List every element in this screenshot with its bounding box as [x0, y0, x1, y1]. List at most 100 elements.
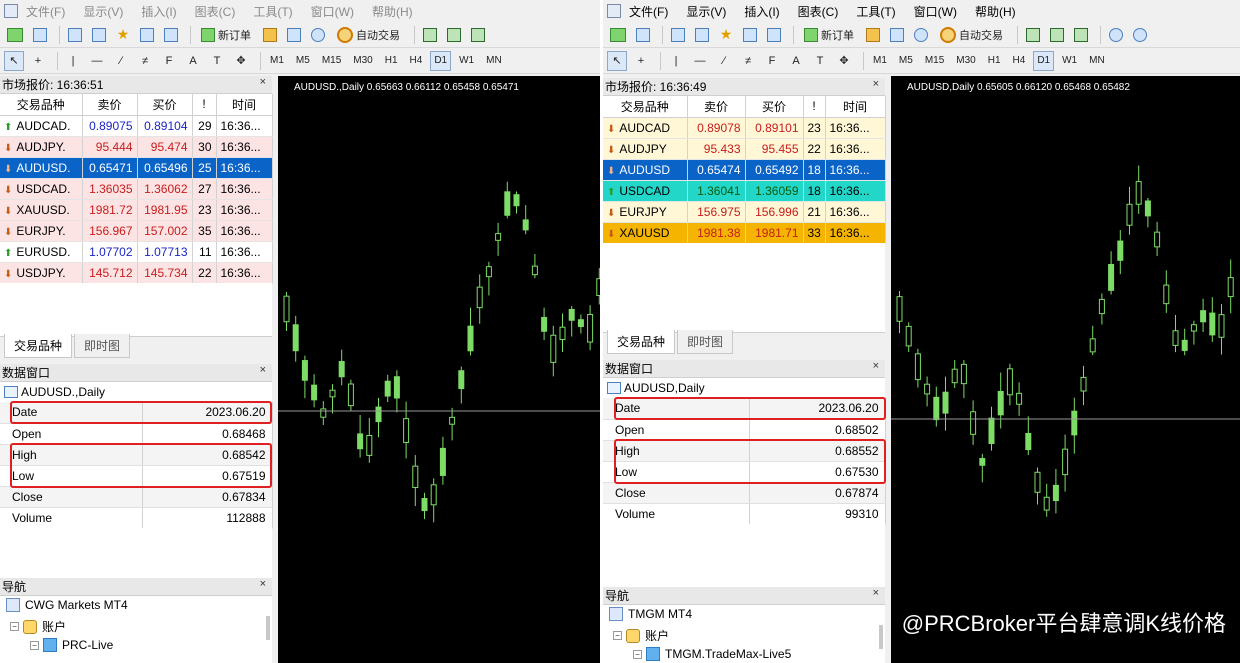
menu-item[interactable]: 图表(C) — [798, 3, 839, 20]
period-mn-button[interactable]: MN — [1085, 51, 1109, 71]
price-chart[interactable]: AUDUSD.,Daily 0.65663 0.66112 0.65458 0.… — [278, 76, 600, 663]
period-m15-button[interactable]: M15 — [318, 51, 345, 71]
market-watch-row[interactable]: ⬇ AUDJPY. 95.444 95.474 30 16:36... — [0, 136, 273, 158]
symbol-cell[interactable]: ⬇ AUDJPY. — [0, 136, 83, 158]
vertical-line-button[interactable]: | — [666, 51, 686, 71]
line-chart-button[interactable] — [468, 25, 488, 45]
crosshair-button[interactable]: + — [631, 51, 651, 71]
tab-tick-chart[interactable]: 即时图 — [677, 330, 734, 354]
close-icon[interactable]: × — [873, 78, 879, 90]
market-watch-row[interactable]: ⬇ AUDCAD 0.89078 0.89101 23 16:36... — [603, 117, 886, 139]
menu-item[interactable]: 工具(T) — [856, 3, 895, 20]
market-watch-row[interactable]: ⬆ USDCAD 1.36041 1.36059 18 16:36... — [603, 180, 886, 202]
menu-item[interactable]: 帮助(H) — [975, 3, 1016, 20]
price-chart[interactable]: AUDUSD,Daily 0.65605 0.66120 0.65468 0.6… — [891, 76, 1240, 663]
text-button[interactable]: A — [786, 51, 806, 71]
symbol-cell[interactable]: ⬇ USDJPY. — [0, 262, 83, 284]
arrows-button[interactable]: ✥ — [834, 51, 854, 71]
period-h1-button[interactable]: H1 — [381, 51, 402, 71]
period-m30-button[interactable]: M30 — [349, 51, 376, 71]
symbol-cell[interactable]: ⬆ EURUSD. — [0, 241, 83, 263]
menu-item[interactable]: 帮助(H) — [372, 3, 413, 20]
column-header[interactable]: ! — [803, 96, 826, 118]
period-m15-button[interactable]: M15 — [921, 51, 948, 71]
trendline-button[interactable]: ∕ — [714, 51, 734, 71]
auto-trading-button[interactable]: 自动交易 — [332, 25, 405, 45]
bar-chart-button[interactable] — [1023, 25, 1043, 45]
market-watch-row[interactable]: ⬇ USDJPY. 145.712 145.734 22 16:36... — [0, 262, 273, 284]
fibonacci-button[interactable]: F — [762, 51, 782, 71]
menu-item[interactable]: 插入(I) — [744, 3, 779, 20]
navigator-button[interactable]: ★ — [716, 25, 736, 45]
symbol-cell[interactable]: ⬇ AUDCAD — [603, 117, 688, 139]
period-m1-button[interactable]: M1 — [266, 51, 288, 71]
menu-item[interactable]: 文件(F) — [629, 3, 668, 20]
column-header[interactable]: 时间 — [825, 96, 886, 118]
market-watch-row[interactable]: ⬆ EURUSD. 1.07702 1.07713 11 16:36... — [0, 241, 273, 263]
period-w1-button[interactable]: W1 — [455, 51, 478, 71]
close-icon[interactable]: × — [873, 587, 879, 599]
column-header[interactable]: 卖价 — [82, 94, 138, 116]
broker-node[interactable]: CWG Markets MT4 — [6, 598, 128, 612]
terminal-button[interactable] — [137, 25, 157, 45]
market-watch-row[interactable]: ⬇ AUDJPY 95.433 95.455 22 16:36... — [603, 138, 886, 160]
candle-chart-button[interactable] — [444, 25, 464, 45]
profiles-button[interactable] — [633, 25, 653, 45]
column-header[interactable]: 时间 — [216, 94, 273, 116]
period-d1-button[interactable]: D1 — [430, 50, 452, 71]
market-watch-button[interactable] — [65, 25, 85, 45]
symbol-cell[interactable]: ⬇ AUDUSD. — [0, 157, 83, 179]
column-header[interactable]: 买价 — [137, 94, 193, 116]
symbol-cell[interactable]: ⬇ XAUUSD — [603, 222, 688, 244]
period-m5-button[interactable]: M5 — [292, 51, 314, 71]
community-button[interactable] — [887, 25, 907, 45]
close-icon[interactable]: × — [260, 364, 266, 376]
cursor-button[interactable]: ↖ — [607, 50, 627, 71]
new-chart-button[interactable] — [607, 25, 629, 45]
market-watch-row[interactable]: ⬇ XAUUSD. 1981.72 1981.95 23 16:36... — [0, 199, 273, 221]
symbol-cell[interactable]: ⬆ AUDCAD. — [0, 115, 83, 137]
column-header[interactable]: ! — [192, 94, 217, 116]
column-header[interactable]: 买价 — [745, 96, 804, 118]
market-watch-row[interactable]: ⬇ EURJPY. 156.967 157.002 35 16:36... — [0, 220, 273, 242]
text-label-button[interactable]: T — [810, 51, 830, 71]
menu-item[interactable]: 显示(V) — [686, 3, 726, 20]
text-button[interactable]: A — [183, 51, 203, 71]
crosshair-view-button[interactable] — [692, 25, 712, 45]
menu-item[interactable]: 窗口(W) — [311, 3, 354, 20]
line-chart-button[interactable] — [1071, 25, 1091, 45]
menu-item[interactable]: 工具(T) — [253, 3, 292, 20]
period-mn-button[interactable]: MN — [482, 51, 506, 71]
server-node[interactable]: − PRC-Live — [30, 638, 113, 652]
cursor-button[interactable]: ↖ — [4, 50, 24, 71]
collapse-icon[interactable]: − — [30, 640, 39, 650]
collapse-icon[interactable]: − — [10, 622, 19, 631]
new-order-button[interactable]: 新订单 — [799, 25, 859, 45]
vertical-line-button[interactable]: | — [63, 51, 83, 71]
tab-tick-chart[interactable]: 即时图 — [74, 334, 131, 358]
menu-item[interactable]: 窗口(W) — [914, 3, 957, 20]
tester-button[interactable] — [161, 25, 181, 45]
period-m30-button[interactable]: M30 — [952, 51, 979, 71]
new-order-button[interactable]: 新订单 — [196, 25, 256, 45]
meta-editor-button[interactable] — [260, 25, 280, 45]
fibonacci-button[interactable]: F — [159, 51, 179, 71]
market-watch-row[interactable]: ⬇ USDCAD. 1.36035 1.36062 27 16:36... — [0, 178, 273, 200]
crosshair-button[interactable]: + — [28, 51, 48, 71]
arrows-button[interactable]: ✥ — [231, 51, 251, 71]
auto-trading-button[interactable]: 自动交易 — [935, 25, 1008, 45]
period-w1-button[interactable]: W1 — [1058, 51, 1081, 71]
period-m5-button[interactable]: M5 — [895, 51, 917, 71]
menu-item[interactable]: 图表(C) — [195, 3, 236, 20]
close-icon[interactable]: × — [260, 76, 266, 88]
period-h4-button[interactable]: H4 — [406, 51, 427, 71]
market-watch-row[interactable]: ⬆ AUDCAD. 0.89075 0.89104 29 16:36... — [0, 115, 273, 137]
column-header[interactable]: 交易品种 — [0, 94, 83, 116]
channel-button[interactable]: ≠ — [738, 51, 758, 71]
zoom-in-button[interactable] — [1106, 25, 1126, 45]
tester-button[interactable] — [764, 25, 784, 45]
signals-button[interactable] — [308, 25, 328, 45]
close-icon[interactable]: × — [260, 578, 266, 590]
symbol-cell[interactable]: ⬇ AUDUSD — [603, 159, 688, 181]
text-label-button[interactable]: T — [207, 51, 227, 71]
